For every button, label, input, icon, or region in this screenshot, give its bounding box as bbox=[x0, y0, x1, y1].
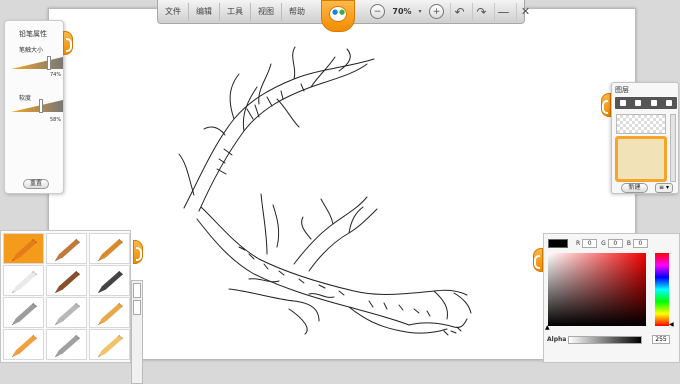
tool-button[interactable] bbox=[46, 233, 87, 264]
layers-collapse-tab[interactable] bbox=[601, 93, 611, 117]
redo-icon[interactable]: ↷ bbox=[472, 2, 490, 21]
hue-cursor-icon: ◀ bbox=[669, 321, 674, 328]
tool-button[interactable] bbox=[3, 265, 44, 296]
tool-side-strip bbox=[131, 280, 143, 384]
pencil-tool-icon bbox=[12, 239, 37, 261]
g-label: G bbox=[601, 240, 606, 247]
rgb-row: R 0 G 0 B 0 bbox=[548, 239, 648, 248]
fine-brush-tool-icon bbox=[55, 335, 80, 357]
alpha-slider[interactable] bbox=[568, 336, 642, 344]
layers-panel: 图层 新建 ≡ ▾ bbox=[611, 82, 679, 194]
roller-tool-icon bbox=[98, 303, 123, 325]
stroke-size-value: 74% bbox=[50, 72, 62, 78]
tool-button[interactable] bbox=[89, 297, 130, 328]
menu-help[interactable]: 帮助 bbox=[282, 3, 312, 21]
layers-scrollbar[interactable] bbox=[670, 114, 676, 182]
layer-options-icon[interactable] bbox=[666, 100, 673, 106]
menu-tools[interactable]: 工具 bbox=[220, 2, 251, 21]
bucket-tool-icon bbox=[12, 335, 37, 357]
layers-title: 图层 bbox=[615, 86, 629, 94]
tool-button[interactable] bbox=[89, 329, 130, 360]
tool-panel-collapse-tab[interactable] bbox=[133, 240, 143, 264]
tool-button[interactable] bbox=[46, 265, 87, 296]
panel-collapse-tab[interactable] bbox=[63, 31, 73, 55]
ink-pen-tool-icon bbox=[98, 271, 123, 293]
strip-page-icon[interactable] bbox=[133, 283, 141, 298]
lock-icon[interactable] bbox=[635, 100, 642, 106]
tool-button[interactable] bbox=[89, 265, 130, 296]
r-input[interactable]: 0 bbox=[582, 239, 598, 248]
layer-thumbnail-paper[interactable] bbox=[615, 136, 667, 182]
chalk-tool-icon bbox=[98, 335, 123, 357]
slider-thumb[interactable] bbox=[39, 99, 43, 113]
r-label: R bbox=[576, 240, 581, 247]
eraser-tool-icon bbox=[12, 271, 37, 293]
tool-palette bbox=[0, 230, 131, 363]
marker-tool-icon bbox=[55, 271, 80, 293]
strip-page-icon[interactable] bbox=[133, 300, 141, 315]
hue-slider[interactable] bbox=[655, 253, 669, 326]
softness-slider[interactable] bbox=[11, 99, 63, 113]
palette-knife-tool-icon bbox=[55, 303, 80, 325]
saturation-value-field[interactable] bbox=[548, 253, 646, 326]
zoom-controls: − 70% ▾ + ↶ ↷ — ✕ bbox=[366, 0, 536, 24]
menu-view[interactable]: 视图 bbox=[251, 2, 282, 21]
g-input[interactable]: 0 bbox=[607, 239, 623, 248]
undo-icon[interactable]: ↶ bbox=[450, 2, 468, 21]
softness-value: 58% bbox=[50, 117, 62, 123]
tool-button[interactable] bbox=[3, 233, 44, 264]
tool-button[interactable] bbox=[3, 329, 44, 360]
eye-icon[interactable] bbox=[619, 100, 626, 106]
reset-button[interactable]: 重置 bbox=[23, 179, 49, 189]
stroke-size-label: 笔触大小 bbox=[19, 47, 44, 54]
layer-menu-button[interactable]: ≡ ▾ bbox=[655, 183, 673, 193]
alpha-label: Alpha bbox=[547, 336, 567, 343]
menu-file[interactable]: 文件 bbox=[158, 2, 189, 21]
close-icon[interactable]: ✕ bbox=[516, 2, 534, 21]
menu-edit[interactable]: 编辑 bbox=[189, 2, 220, 21]
tool-button[interactable] bbox=[46, 329, 87, 360]
stroke-size-slider[interactable] bbox=[11, 56, 63, 70]
new-layer-button[interactable]: 新建 bbox=[621, 183, 648, 193]
b-label: B bbox=[626, 240, 631, 247]
tool-button[interactable] bbox=[3, 297, 44, 328]
logo-face-icon: ● ● bbox=[329, 6, 347, 22]
slider-thumb[interactable] bbox=[47, 56, 51, 70]
color-picker-panel: R 0 G 0 B 0 ▲ ◀ Alpha 255 bbox=[543, 233, 680, 363]
layer-thumbnail-transparent[interactable] bbox=[616, 114, 666, 134]
color-collapse-tab[interactable] bbox=[533, 248, 543, 272]
tool-button[interactable] bbox=[89, 233, 130, 264]
zoom-dropdown-icon[interactable]: ▾ bbox=[417, 3, 423, 21]
zoom-value[interactable]: 70% bbox=[389, 7, 415, 16]
field-cursor-icon: ▲ bbox=[545, 324, 550, 331]
layer-toolbar bbox=[615, 97, 677, 109]
pencil-properties-panel: 铅笔属性 笔触大小 74% 软度 58% 重置 bbox=[4, 20, 73, 194]
tool-button[interactable] bbox=[46, 297, 87, 328]
current-color-swatch[interactable] bbox=[548, 239, 568, 248]
top-toolbar: 文件 编辑 工具 视图 帮助 − 70% ▾ + ↶ ↷ — ✕ ● ● bbox=[157, 0, 530, 32]
link-icon[interactable] bbox=[650, 100, 657, 106]
b-input[interactable]: 0 bbox=[632, 239, 648, 248]
panel-title: 铅笔属性 bbox=[19, 30, 47, 38]
zoom-out-icon[interactable]: − bbox=[370, 4, 385, 19]
brush-tool-icon bbox=[98, 239, 123, 261]
app-logo[interactable]: ● ● bbox=[321, 0, 355, 32]
spray-tool-icon bbox=[12, 303, 37, 325]
crayon-tool-icon bbox=[55, 239, 80, 261]
zoom-in-icon[interactable]: + bbox=[429, 4, 444, 19]
minimize-icon[interactable]: — bbox=[494, 2, 512, 21]
alpha-input[interactable]: 255 bbox=[652, 335, 670, 344]
